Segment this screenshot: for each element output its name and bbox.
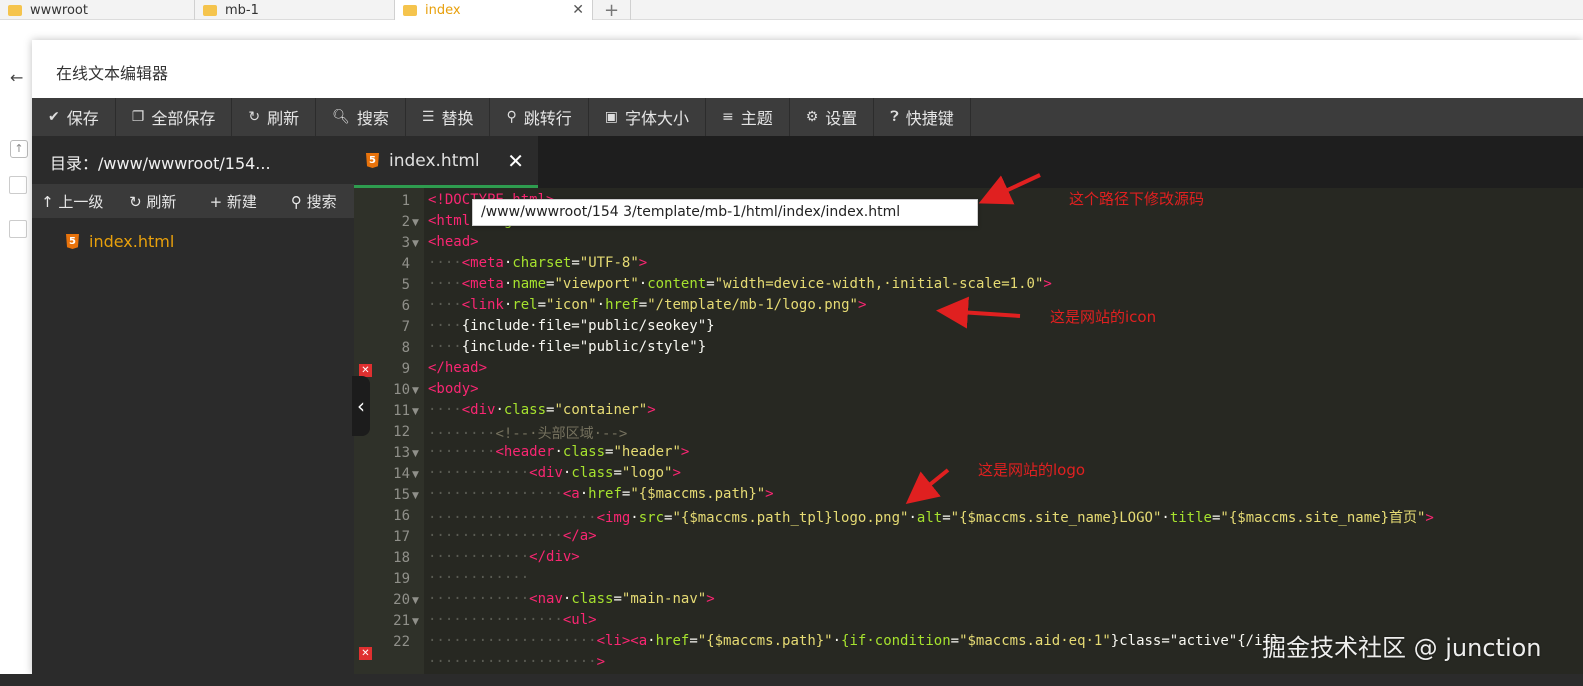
path-annotation: 这个路径下修改源码: [1069, 190, 1205, 208]
arrow-to-logo: [905, 468, 950, 505]
icon-annotation: 这是网站的icon: [1050, 308, 1157, 326]
logo-annotation: 这是网站的logo: [978, 461, 1086, 479]
annotation-arrows: [905, 173, 1041, 505]
bottom-bar: [0, 674, 1583, 686]
watermark: 掘金技术社区 @ junction: [1262, 634, 1542, 662]
arrow-to-path: [978, 173, 1041, 205]
arrow-to-icon: [936, 296, 1021, 329]
